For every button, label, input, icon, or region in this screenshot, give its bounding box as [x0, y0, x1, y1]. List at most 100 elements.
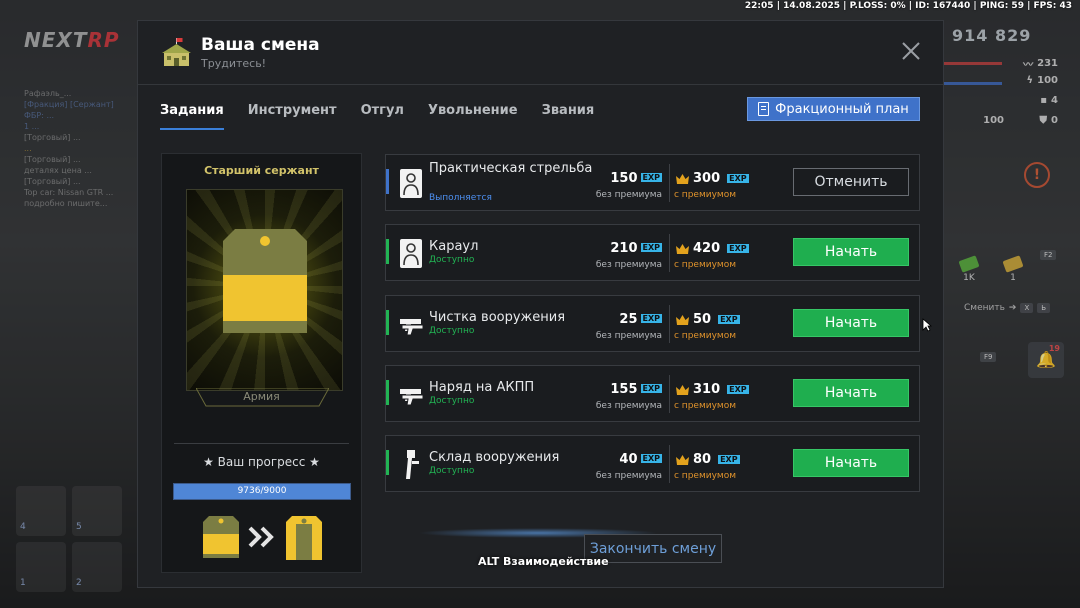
without-premium-label: без премиума [595, 190, 662, 200]
server-logo: NEXTRP [24, 28, 120, 52]
start-task-button[interactable]: Начать [793, 379, 909, 407]
tab-dismissal[interactable]: Увольнение [428, 103, 518, 130]
tab-tasks[interactable]: Задания [160, 103, 224, 130]
shift-modal: Ваша смена Трудитесь! Задания Инструмент… [137, 20, 944, 588]
task-name: Караул [429, 239, 479, 254]
tab-day-off[interactable]: Отгул [361, 103, 404, 130]
start-task-button[interactable]: Начать [793, 449, 909, 477]
exp-value: 155 EXP [610, 382, 662, 397]
shield-icon: ⛊ [1039, 115, 1048, 126]
exp-value: 25 EXP [619, 312, 662, 327]
exp-divider [669, 305, 670, 343]
premium-exp-value: 300 EXP [676, 171, 749, 186]
without-premium-label: без премиума [595, 260, 662, 270]
cash-icon [958, 255, 980, 273]
modal-subtitle: Трудитесь! [201, 57, 267, 70]
without-premium-label: без премиума [595, 331, 662, 341]
start-task-button[interactable]: Начать [793, 238, 909, 266]
cancel-task-button[interactable]: Отменить [793, 168, 909, 196]
task-row: Практическая стрельба Выполняется 150 EXP… [385, 154, 920, 211]
task-row: Караул Доступно 210 EXP без премиума 420 E… [385, 224, 920, 281]
chat-log: Рафаэль_... [Фракция] [Сержант] ФБР: ...… [24, 88, 142, 209]
close-icon[interactable] [901, 41, 921, 61]
modal-header: Ваша смена Трудитесь! [138, 21, 943, 84]
bell-icon[interactable]: 🔔 19 [1028, 342, 1064, 378]
task-row: Наряд на АКПП Доступно 155 EXP без премиу… [385, 365, 920, 422]
document-icon [758, 102, 770, 116]
change-hint: Сменить ➔ X Ь [964, 303, 1051, 313]
rifle-icon [406, 450, 419, 479]
inventory-slot[interactable]: 2 [72, 542, 122, 592]
without-premium-label: без премиума [595, 401, 662, 411]
task-stripe [386, 169, 389, 194]
task-name: Практическая стрельба [429, 161, 593, 176]
hunger-stat: ▪ 4 [1040, 95, 1058, 106]
task-name: Наряд на АКПП [429, 380, 535, 395]
drink-icon: ▪ [1040, 95, 1048, 106]
crown-icon [676, 384, 689, 395]
money-counter: 914 829 [952, 26, 1032, 45]
chat-line: деталях цена ... [24, 166, 92, 175]
chat-line: [Фракция] [Сержант] [24, 100, 114, 109]
with-premium-label: с премиумом [674, 401, 736, 411]
inventory-slot[interactable]: 5 [72, 486, 122, 536]
cash-icon [1002, 255, 1024, 273]
shooting-target-icon [400, 169, 422, 198]
modal-title: Ваша смена [201, 35, 320, 55]
rank-name: Старший сержант [204, 164, 319, 177]
task-row: Склад вооружения Доступно 40 EXP без прем… [385, 435, 920, 492]
interaction-hint: ALT Взаимодействие [478, 555, 609, 568]
task-name: Чистка вооружения [429, 310, 566, 325]
task-status: Выполняется [429, 193, 492, 203]
exp-divider [669, 375, 670, 413]
guard-target-icon [400, 239, 422, 268]
faction-plan-button[interactable]: Фракционный план [747, 97, 920, 121]
tab-tool[interactable]: Инструмент [248, 103, 337, 130]
task-status: Доступно [429, 326, 475, 336]
crown-icon [676, 314, 689, 325]
crown-icon [676, 243, 689, 254]
inventory-slot[interactable]: 4 [16, 486, 66, 536]
task-stripe [386, 239, 389, 264]
pulse-icon: 〰 [1023, 60, 1034, 71]
chat-line: ФБР: ... [24, 111, 55, 120]
start-task-button[interactable]: Начать [793, 309, 909, 337]
armor-stat: ϟ 100 [1026, 75, 1058, 86]
exp-value: 40 EXP [619, 452, 662, 467]
inventory-slot[interactable]: 1 [16, 542, 66, 592]
with-premium-label: с премиумом [674, 260, 736, 270]
with-premium-label: с премиумом [674, 331, 736, 341]
key-f2: F2 [1040, 250, 1057, 260]
current-rank-icon [203, 516, 239, 558]
progress-label: ★ Ваш прогресс ★ [203, 455, 320, 469]
chevrons-icon [248, 526, 274, 548]
progress-bar: 9736/9000 [173, 483, 351, 500]
cash-item: 1K [958, 255, 980, 283]
exp-divider [669, 234, 670, 272]
task-status: Доступно [429, 396, 475, 406]
tab-ranks[interactable]: Звания [542, 103, 595, 130]
task-status: Доступно [429, 466, 475, 476]
barracks-icon [162, 38, 191, 66]
exp-divider [669, 445, 670, 483]
faction-plan-label: Фракционный план [775, 101, 909, 117]
premium-exp-value: 310 EXP [676, 382, 749, 397]
stat-b: ⛊ 0 [1039, 115, 1058, 126]
chat-line: [Торговый] ... [24, 155, 81, 164]
bolt-icon: ϟ [1026, 75, 1034, 86]
progress-text: 9736/9000 [237, 486, 287, 496]
health-bar [944, 62, 1002, 65]
chat-line: ... [24, 144, 32, 153]
premium-exp-value: 50 EXP [676, 312, 740, 327]
header-divider [138, 84, 943, 85]
guns-icon [400, 389, 423, 406]
mouse-cursor-icon [922, 318, 932, 332]
rank-panel: Старший сержант Армия ★ Ваш прогресс ★ 9… [161, 153, 362, 573]
exclamation-icon[interactable]: ! [1024, 162, 1050, 188]
stat-a: 100 [983, 115, 1004, 126]
next-rank-icon [286, 516, 322, 560]
task-stripe [386, 450, 389, 475]
task-stripe [386, 310, 389, 335]
chat-line: подробно пишите... [24, 199, 108, 208]
with-premium-label: с премиумом [674, 190, 736, 200]
